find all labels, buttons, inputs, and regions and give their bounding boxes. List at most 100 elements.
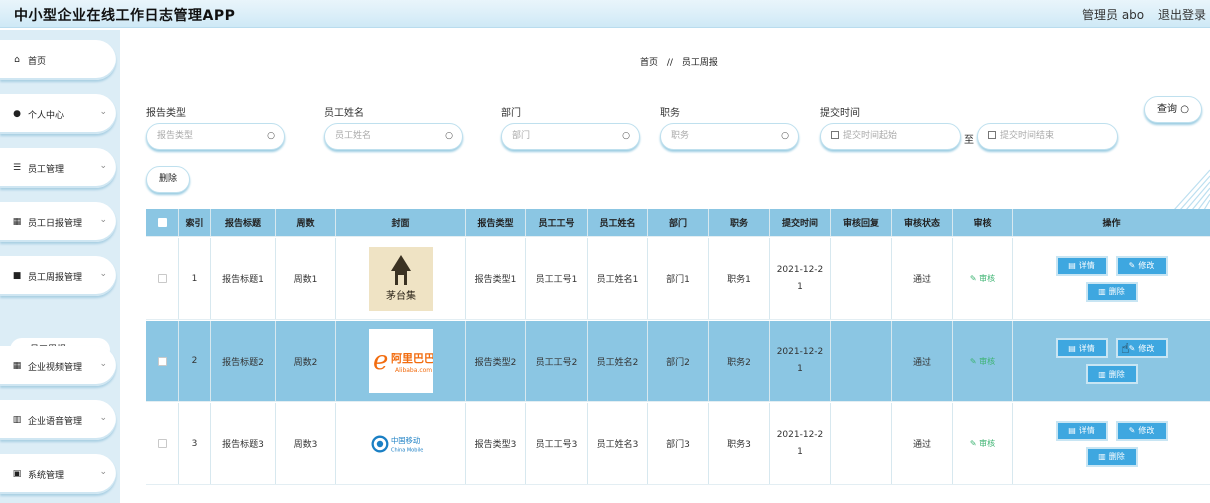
report-type-input[interactable]: 报告类型 ○ <box>146 123 285 150</box>
alibaba-en-text: Alibaba.com <box>395 367 432 374</box>
row-checkbox[interactable] <box>157 274 167 283</box>
review-label: 审核 <box>979 439 996 448</box>
table-row: 3 报告标题3 周数3 中国移动 China Mobile 报告类型3 员工工号… <box>146 403 1210 485</box>
breadcrumb: 首页 // 员工周报 <box>640 55 718 68</box>
logout-link[interactable]: 退出登录 <box>1158 6 1206 23</box>
search-icon: ○ <box>1180 104 1189 115</box>
chevron-down-icon: ⌄ <box>99 107 107 117</box>
submit-time-start-input[interactable]: 提交时间起始 <box>820 123 961 150</box>
sidebar-item-system[interactable]: ▣ 系统管理 ⌄ <box>0 454 116 494</box>
review-label: 审核 <box>979 274 996 283</box>
index-cell: 1 <box>179 238 211 319</box>
query-button[interactable]: 查询 ○ <box>1144 96 1202 123</box>
submit-time-end-input[interactable]: 提交时间结束 <box>977 123 1118 150</box>
sidebar-item-daily-report[interactable]: ▦ 员工日报管理 ⌄ <box>0 202 116 242</box>
batch-delete-button[interactable]: 删除 <box>146 166 190 193</box>
column-header: 职务 <box>709 209 770 236</box>
review-cell: ✎ 审核 <box>953 321 1013 401</box>
home-icon: ⌂ <box>14 55 20 65</box>
search-icon: ○ <box>622 131 630 141</box>
submit-time-cell: 2021-12-21 <box>770 321 831 401</box>
delete-button[interactable]: ▥ 删除 <box>1085 364 1138 384</box>
column-header: 操作 <box>1102 219 1121 229</box>
row-checkbox[interactable] <box>157 356 167 366</box>
mouse-cursor-icon: ☝ <box>1121 341 1130 357</box>
status-cell: 通过 <box>892 238 953 319</box>
employee-name-input[interactable]: 员工姓名 ○ <box>324 123 463 150</box>
edit-label: 修改 <box>1138 261 1155 270</box>
sidebar-item-label: 企业视频管理 <box>28 362 83 373</box>
edit-label: 修改 <box>1138 343 1155 353</box>
app-title: 中小型企业在线工作日志管理APP <box>14 8 236 24</box>
column-header: 报告标题 <box>211 209 276 236</box>
status-cell: 通过 <box>892 403 953 484</box>
trash-icon: ▥ <box>1098 287 1106 296</box>
sidebar-item-voice[interactable]: ▥ 企业语音管理 ⌄ <box>0 400 116 440</box>
sidebar-item-personal-center[interactable]: ● 个人中心 ⌄ <box>0 94 116 134</box>
edit-button[interactable]: ✎ 修改 <box>1115 255 1168 276</box>
employee-name-label: 员工姓名 <box>324 108 364 119</box>
pencil-icon: ✎ <box>1128 261 1136 270</box>
sidebar-item-video[interactable]: ▦ 企业视频管理 ⌄ <box>0 346 116 386</box>
alibaba-brand-text: 阿里巴巴 <box>391 351 433 365</box>
row-checkbox[interactable] <box>157 439 167 448</box>
breadcrumb-home[interactable]: 首页 <box>640 58 658 68</box>
cover-cell: 茅台集 <box>336 238 466 319</box>
edit-button[interactable]: ✎ 修改 <box>1115 420 1168 441</box>
select-all-checkbox[interactable] <box>157 218 167 227</box>
sidebar-item-label: 员工管理 <box>28 164 65 175</box>
row-select-cell[interactable] <box>146 403 179 484</box>
briefcase-icon: ■ <box>12 271 22 281</box>
chevron-down-icon: ⌄ <box>99 467 107 477</box>
delete-button[interactable]: ▥ 删除 <box>1085 281 1138 302</box>
search-icon: ○ <box>781 131 789 141</box>
position-cell: 职务3 <box>709 403 770 484</box>
sidebar-item-label: 企业语音管理 <box>28 416 83 427</box>
detail-button[interactable]: ▤ 详情 <box>1055 420 1108 441</box>
position-cell: 职务2 <box>709 321 770 401</box>
emp-name-cell: 员工姓名2 <box>588 321 648 401</box>
search-icon: ○ <box>267 131 275 141</box>
department-label: 部门 <box>501 108 521 119</box>
submit-time-end-placeholder: 提交时间结束 <box>1000 131 1055 141</box>
department-placeholder: 部门 <box>512 131 531 141</box>
delete-label: 删除 <box>1108 452 1125 461</box>
admin-label: 管理员 abo <box>1082 8 1145 22</box>
decorative-stripes <box>1173 169 1210 210</box>
column-header: 审核回复 <box>831 209 892 236</box>
delete-label: 删除 <box>1108 287 1125 296</box>
breadcrumb-separator: // <box>666 58 673 68</box>
column-header: 员工工号 <box>526 209 588 236</box>
column-header: 封面 <box>336 209 466 236</box>
department-input[interactable]: 部门 ○ <box>501 123 640 150</box>
review-link[interactable]: ✎ 审核 <box>970 273 995 284</box>
sidebar-item-weekly-report[interactable]: ■ 员工周报管理 ⌄ <box>0 256 116 296</box>
detail-button[interactable]: ▤ 详情 <box>1055 338 1108 358</box>
edit-label: 修改 <box>1138 426 1155 435</box>
position-input[interactable]: 职务 ○ <box>660 123 799 150</box>
table-row: 1 报告标题1 周数1 茅台集 报告类型1 员工工号1 员工姓名1 部门1 职务… <box>146 238 1210 320</box>
review-link[interactable]: ✎ 审核 <box>970 438 995 449</box>
status-cell: 通过 <box>892 321 953 401</box>
week-cell: 周数3 <box>276 403 336 484</box>
reply-cell <box>831 321 892 401</box>
row-select-cell[interactable] <box>146 321 179 401</box>
detail-button[interactable]: ▤ 详情 <box>1055 255 1108 276</box>
table-header-row: 索引 报告标题 周数 封面 报告类型 员工工号 员工姓名 部门 职务 提交时间 … <box>146 209 1210 237</box>
title-cell: 报告标题2 <box>211 321 276 401</box>
review-link[interactable]: ✎ 审核 <box>970 356 995 367</box>
breadcrumb-current: 员工周报 <box>681 58 718 68</box>
chevron-down-icon: ⌄ <box>99 413 107 423</box>
dept-cell: 部门1 <box>648 238 709 319</box>
select-all-cell[interactable] <box>146 209 179 236</box>
week-cell: 周数2 <box>276 321 336 401</box>
document-icon: ▤ <box>1068 343 1076 353</box>
reply-cell <box>831 238 892 319</box>
sidebar-item-employee-management[interactable]: ☰ 员工管理 ⌄ <box>0 148 116 188</box>
document-icon: ▤ <box>1068 426 1076 435</box>
chevron-down-icon: ⌄ <box>99 215 107 225</box>
sidebar-item-home[interactable]: ⌂ 首页 <box>0 40 116 80</box>
chevron-down-icon: ⌄ <box>99 269 107 279</box>
row-select-cell[interactable] <box>146 238 179 319</box>
delete-button[interactable]: ▥ 删除 <box>1085 446 1138 467</box>
